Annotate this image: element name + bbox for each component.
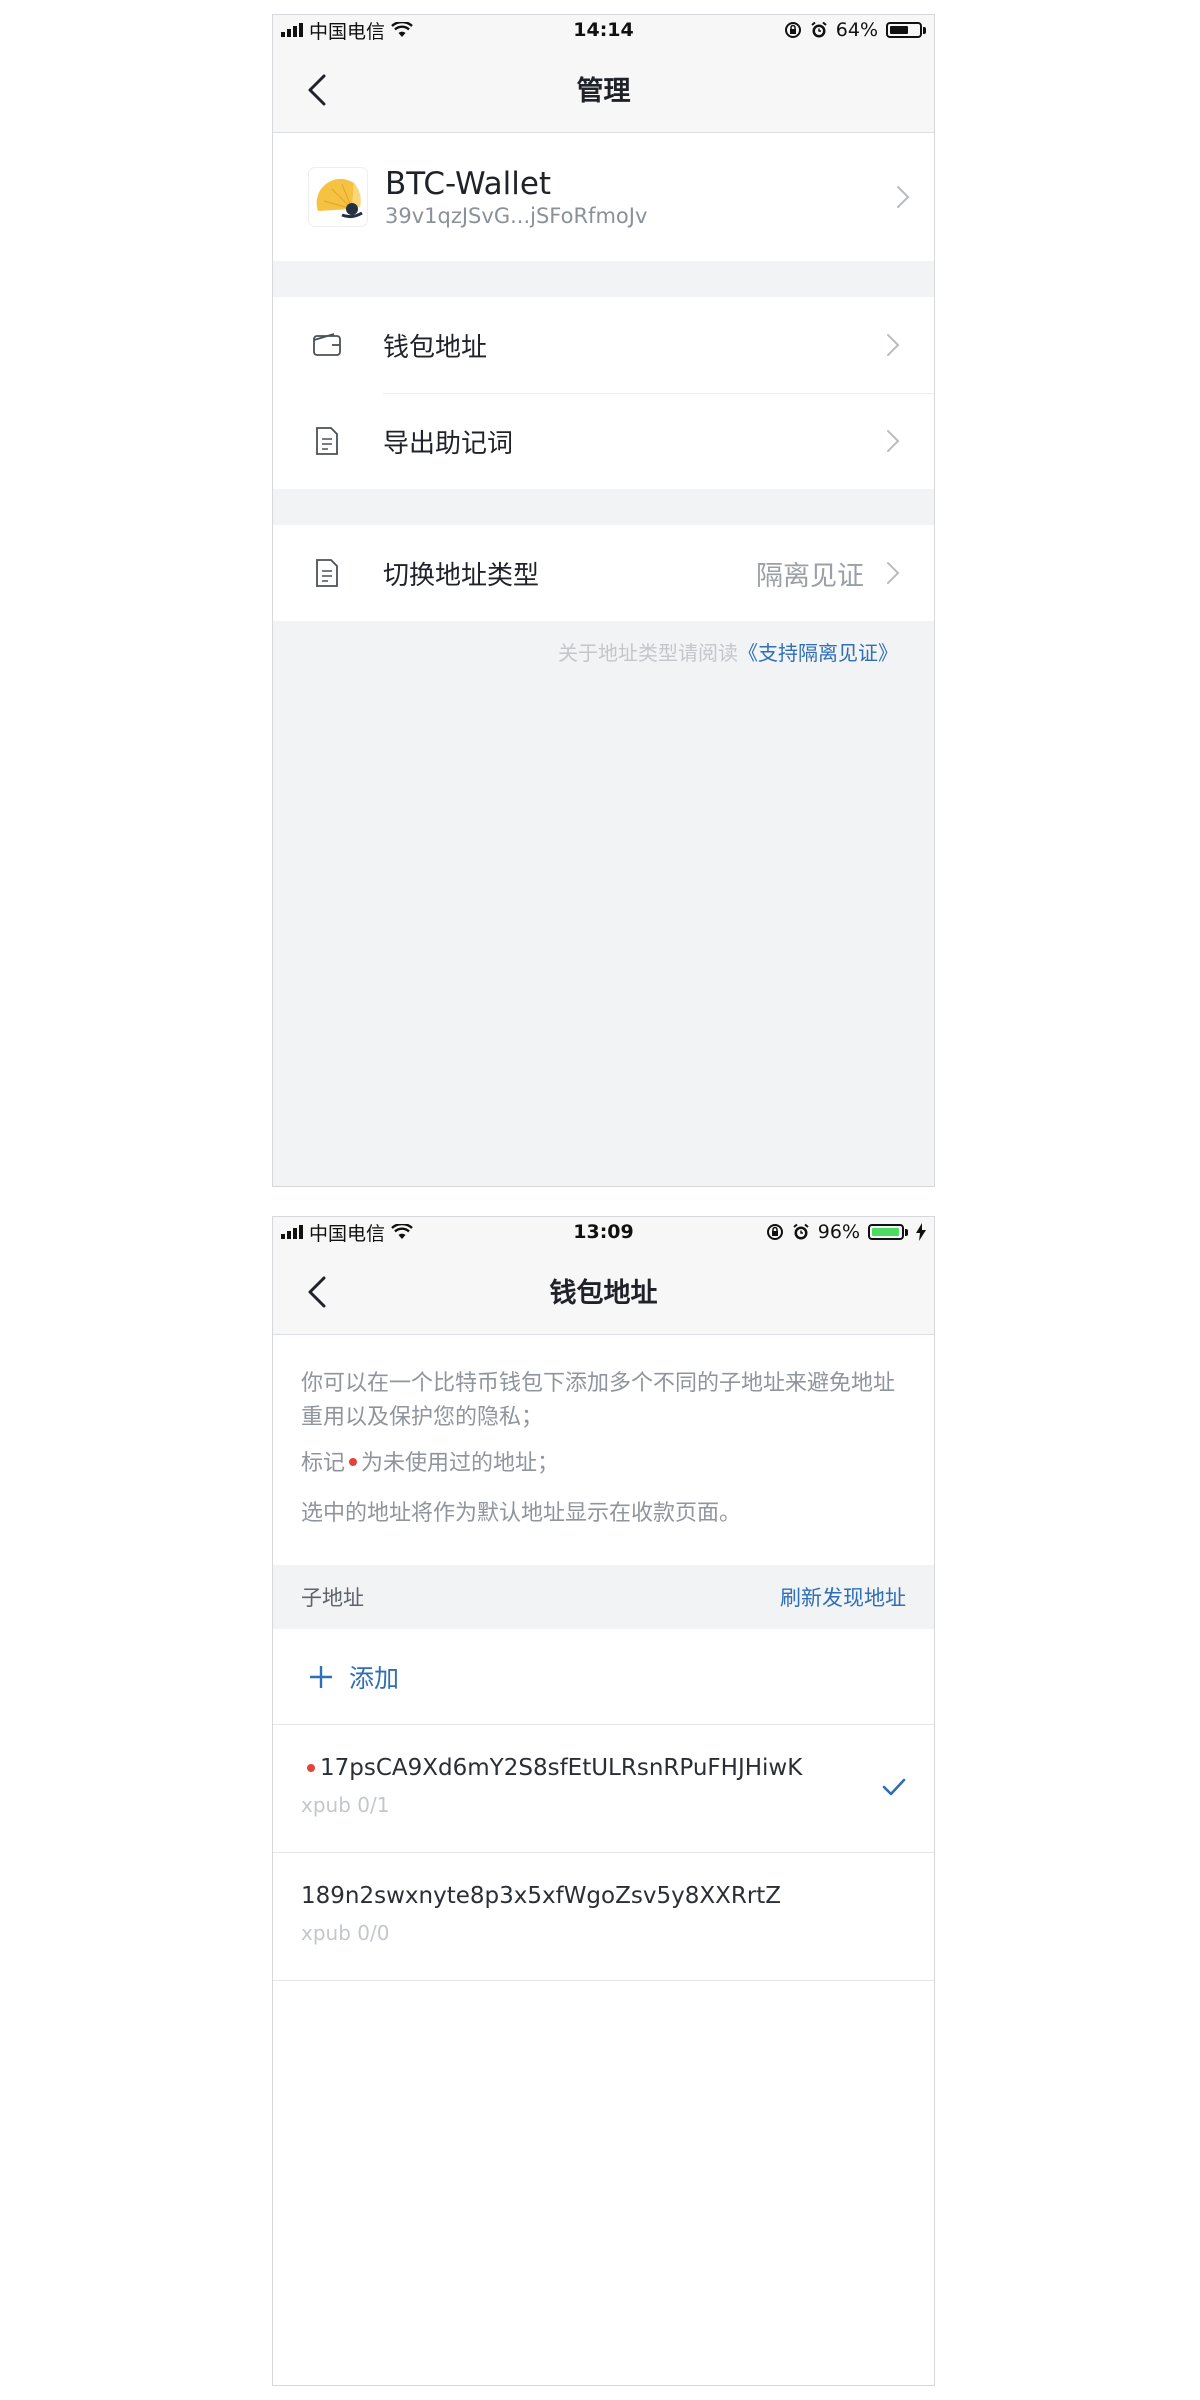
add-label: 添加 xyxy=(349,1663,400,1693)
info-panel: 你可以在一个比特币钱包下添加多个不同的子地址来避免地址重用以及保护您的隐私； 标… xyxy=(273,1335,934,1565)
wallet-icon xyxy=(311,329,343,361)
menu-item-switch-address-type[interactable]: 切换地址类型 隔离见证 xyxy=(273,525,934,621)
screen-wallet-address: 中国电信 13:09 96% 钱包地址 你可以在一个比特币钱包下添加多个不同的子… xyxy=(272,1216,935,2386)
wifi-icon xyxy=(391,1224,413,1239)
back-icon[interactable] xyxy=(305,73,329,107)
carrier-label: 中国电信 xyxy=(309,20,386,43)
fan-logo-icon xyxy=(316,178,363,219)
screen-manage: 中国电信 14:14 64% 管理 BTC-Wallet 39v1qzJSvG.… xyxy=(272,14,935,1187)
info-line-unused-legend: 标记 为未使用过的地址； xyxy=(301,1447,906,1481)
charging-bolt-icon xyxy=(916,1223,926,1241)
nav-bar: 管理 xyxy=(273,45,934,133)
address-type-value: 隔离见证 xyxy=(756,560,864,592)
status-bar: 中国电信 14:14 64% xyxy=(273,15,934,45)
battery-icon xyxy=(886,22,926,38)
menu-item-label: 钱包地址 xyxy=(383,332,488,363)
info-line: 你可以在一个比特币钱包下添加多个不同的子地址来避免地址重用以及保护您的隐私； xyxy=(301,1371,896,1430)
signal-icon xyxy=(281,1225,303,1239)
menu-item-export-mnemonic[interactable]: 导出助记词 xyxy=(273,393,934,489)
unused-dot-icon xyxy=(307,1764,315,1772)
chevron-right-icon xyxy=(887,562,900,584)
alarm-icon xyxy=(811,21,827,38)
address-text: 17psCA9Xd6mY2S8sfEtULRsnRPuFHJHiwK xyxy=(320,1755,803,1781)
rotation-lock-icon xyxy=(784,22,801,38)
battery-icon xyxy=(868,1224,908,1240)
wallet-avatar xyxy=(309,168,367,226)
address-text: 189n2swxnyte8p3x5xfWgoZsv5y8XXRrtZ xyxy=(301,1883,782,1909)
subaddress-section-header: 子地址 刷新发现地址 xyxy=(273,1565,934,1629)
segwit-support-link[interactable]: 《支持隔离见证》 xyxy=(738,641,898,665)
settings-list: 钱包地址 导出助记词 xyxy=(273,297,934,489)
nav-bar: 钱包地址 xyxy=(273,1247,934,1335)
address-type-list: 切换地址类型 隔离见证 xyxy=(273,525,934,621)
battery-percent: 64% xyxy=(835,19,878,41)
menu-item-wallet-address[interactable]: 钱包地址 xyxy=(273,297,934,393)
info-line: 选中的地址将作为默认地址显示在收款页面。 xyxy=(301,1501,742,1526)
derivation-path: xpub 0/0 xyxy=(301,1921,390,1945)
refresh-discover-button[interactable]: 刷新发现地址 xyxy=(780,1582,906,1612)
checkmark-icon xyxy=(882,1778,906,1796)
wallet-card[interactable]: BTC-Wallet 39v1qzJSvG...jSFoRfmoJv xyxy=(273,133,934,261)
wifi-icon xyxy=(391,22,413,37)
section-gap xyxy=(273,261,934,297)
chevron-right-icon xyxy=(897,186,910,208)
section-title: 子地址 xyxy=(301,1586,364,1610)
derivation-path: xpub 0/1 xyxy=(301,1793,390,1817)
battery-percent: 96% xyxy=(817,1221,860,1243)
back-icon[interactable] xyxy=(305,1275,329,1309)
add-address-button[interactable]: 添加 xyxy=(273,1629,934,1725)
legend-suffix: 为未使用过的地址； xyxy=(361,1451,560,1476)
page-title: 钱包地址 xyxy=(549,1278,658,1309)
unused-dot-icon xyxy=(349,1458,358,1466)
menu-item-label: 导出助记词 xyxy=(383,428,514,459)
address-list-item[interactable]: 189n2swxnyte8p3x5xfWgoZsv5y8XXRrtZ xpub … xyxy=(273,1853,934,1981)
menu-item-label: 切换地址类型 xyxy=(383,560,540,591)
chevron-right-icon xyxy=(887,334,900,356)
address-type-footnote: 关于地址类型请阅读《支持隔离见证》 xyxy=(273,621,934,666)
status-bar: 中国电信 13:09 96% xyxy=(273,1217,934,1247)
wallet-name: BTC-Wallet xyxy=(385,166,552,202)
rotation-lock-icon xyxy=(766,1224,783,1240)
chevron-right-icon xyxy=(887,430,900,452)
document-icon xyxy=(311,557,343,589)
footnote-text: 关于地址类型请阅读 xyxy=(558,641,738,665)
alarm-icon xyxy=(793,1223,809,1240)
page-title: 管理 xyxy=(576,76,631,107)
plus-icon xyxy=(310,1665,332,1688)
signal-icon xyxy=(281,23,303,37)
document-icon xyxy=(311,425,343,457)
address-list-item[interactable]: 17psCA9Xd6mY2S8sfEtULRsnRPuFHJHiwK xpub … xyxy=(273,1725,934,1853)
section-gap xyxy=(273,489,934,525)
carrier-label: 中国电信 xyxy=(309,1222,386,1245)
legend-prefix: 标记 xyxy=(301,1451,346,1476)
wallet-address: 39v1qzJSvG...jSFoRfmoJv xyxy=(385,204,648,228)
